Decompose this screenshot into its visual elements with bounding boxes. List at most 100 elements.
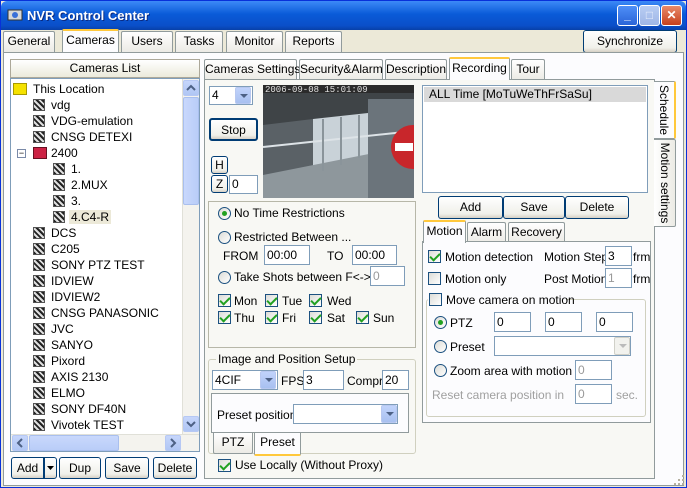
sun-checkbox[interactable] <box>356 311 369 324</box>
compr-input[interactable]: 20 <box>382 370 409 390</box>
motion-detection-checkbox[interactable] <box>428 250 441 263</box>
scroll-left-icon <box>16 438 23 448</box>
post-motion-input[interactable]: 1 <box>605 268 632 288</box>
tree-vertical-scrollbar[interactable] <box>182 79 199 434</box>
preset-select[interactable] <box>494 336 631 356</box>
tree-item-root[interactable]: This Location <box>13 81 181 97</box>
tab-monitor[interactable]: Monitor <box>226 31 283 52</box>
tree-horizontal-scrollbar[interactable] <box>11 434 199 451</box>
preset-radio[interactable] <box>434 340 447 353</box>
from-time-input[interactable]: 00:00 <box>264 245 310 265</box>
synchronize-button[interactable]: Synchronize <box>583 30 677 53</box>
add-camera-button[interactable]: Add <box>11 457 44 479</box>
scroll-right-button[interactable] <box>165 435 181 451</box>
scroll-up-button[interactable] <box>183 80 199 96</box>
tab-recovery[interactable]: Recovery <box>508 222 565 243</box>
subtab-ptz[interactable]: PTZ <box>213 433 253 454</box>
maximize-icon: □ <box>645 8 654 22</box>
schedule-list[interactable]: ALL Time [MoTuWeThFrSaSu] <box>422 85 648 193</box>
ptz-zoom-input[interactable]: 0 <box>596 312 633 332</box>
schedule-save-button[interactable]: Save <box>503 196 565 219</box>
minimize-button[interactable]: _ <box>617 5 638 26</box>
scroll-down-button[interactable] <box>183 416 199 432</box>
resize-grip-icon[interactable] <box>673 474 685 486</box>
zoom-area-radio[interactable] <box>434 364 447 377</box>
tab-reports[interactable]: Reports <box>285 31 342 52</box>
tue-label: Tue <box>282 294 303 308</box>
tab-general[interactable]: General <box>3 31 55 52</box>
tab-security-alarm[interactable]: Security&Alarm <box>299 59 383 80</box>
schedule-item[interactable]: ALL Time [MoTuWeThFrSaSu] <box>424 87 646 102</box>
take-shots-radio[interactable] <box>218 271 231 284</box>
ptz-radio[interactable] <box>434 316 447 329</box>
schedule-delete-button[interactable]: Delete <box>565 196 629 219</box>
motion-step-unit: frm <box>633 250 651 264</box>
dup-camera-button[interactable]: Dup <box>59 457 101 479</box>
take-shots-input[interactable]: 0 <box>370 266 405 286</box>
preset-dropdown-icon[interactable] <box>614 337 630 355</box>
cameras-tree[interactable]: This Location vdg VDG-emulation CNSG DET… <box>10 78 200 452</box>
move-camera-checkbox[interactable] <box>429 293 442 306</box>
title-bar[interactable]: NVR Control Center _ □ ✕ <box>1 1 686 30</box>
preview-image <box>263 85 414 198</box>
camera-icon <box>33 339 45 351</box>
fps-input[interactable]: 3 <box>303 370 344 390</box>
subtab-preset[interactable]: Preset <box>254 433 301 456</box>
reset-position-input[interactable]: 0 <box>575 384 612 404</box>
camera-icon <box>53 163 65 175</box>
mon-label: Mon <box>234 294 258 308</box>
zoom-area-input[interactable]: 0 <box>575 360 612 380</box>
hscroll-thumb[interactable] <box>29 435 119 451</box>
z-button[interactable]: Z <box>211 175 228 193</box>
thu-checkbox[interactable] <box>218 311 231 324</box>
motion-step-input[interactable]: 3 <box>605 246 632 266</box>
tab-cameras-settings[interactable]: Cameras Settings <box>204 59 300 80</box>
collapse-icon[interactable]: − <box>17 149 26 158</box>
take-shots-label: Take Shots between F<->T <box>234 270 379 284</box>
tue-checkbox[interactable] <box>265 294 278 307</box>
delete-camera-button[interactable]: Delete <box>153 457 197 479</box>
fri-checkbox[interactable] <box>265 311 278 324</box>
motion-only-checkbox[interactable] <box>428 272 441 285</box>
use-locally-label: Use Locally (Without Proxy) <box>235 458 384 472</box>
mon-checkbox[interactable] <box>218 294 231 307</box>
maximize-button[interactable]: □ <box>639 5 660 26</box>
restricted-between-radio[interactable] <box>218 231 231 244</box>
folder-icon <box>13 83 27 95</box>
zoom-input[interactable]: 0 <box>229 175 258 194</box>
no-time-restrictions-radio[interactable] <box>218 207 231 220</box>
tab-cameras[interactable]: Cameras <box>62 29 119 52</box>
scroll-right-icon <box>170 438 177 448</box>
save-camera-button[interactable]: Save <box>105 457 149 479</box>
chevron-down-icon <box>47 466 54 470</box>
use-locally-checkbox[interactable] <box>218 459 231 472</box>
schedule-add-button[interactable]: Add <box>438 196 503 219</box>
cameras-list-header: Cameras List <box>10 59 200 78</box>
h-button[interactable]: H <box>211 156 228 174</box>
resolution-dropdown-icon[interactable] <box>260 371 276 389</box>
scroll-thumb[interactable] <box>183 97 199 205</box>
tab-tour[interactable]: Tour <box>511 59 545 80</box>
ptz-tilt-input[interactable]: 0 <box>545 312 582 332</box>
tab-motion[interactable]: Motion <box>423 220 466 243</box>
add-camera-dropdown[interactable] <box>44 457 57 479</box>
side-tab-motion-settings[interactable]: Motion settings <box>654 139 676 227</box>
wed-checkbox[interactable] <box>309 294 322 307</box>
preset-position-dropdown-icon[interactable] <box>381 405 397 423</box>
tab-users[interactable]: Users <box>121 31 173 52</box>
tab-recording[interactable]: Recording <box>449 57 510 80</box>
sat-checkbox[interactable] <box>309 311 322 324</box>
camera-preview[interactable]: 2006-09-08 15:01:09 <box>263 85 414 198</box>
tab-tasks[interactable]: Tasks <box>175 31 223 52</box>
scroll-left-button[interactable] <box>12 435 28 451</box>
close-icon: ✕ <box>666 8 677 22</box>
tab-description[interactable]: Description <box>385 59 447 80</box>
to-time-input[interactable]: 00:00 <box>352 245 397 265</box>
tab-alarm[interactable]: Alarm <box>467 222 506 243</box>
close-button[interactable]: ✕ <box>661 5 682 26</box>
camera-number-dropdown-icon[interactable] <box>235 87 251 104</box>
ptz-pan-input[interactable]: 0 <box>494 312 531 332</box>
compr-label: Compr. <box>347 374 386 388</box>
stop-button[interactable]: Stop <box>209 118 258 141</box>
side-tab-schedule[interactable]: Schedule <box>654 81 676 139</box>
